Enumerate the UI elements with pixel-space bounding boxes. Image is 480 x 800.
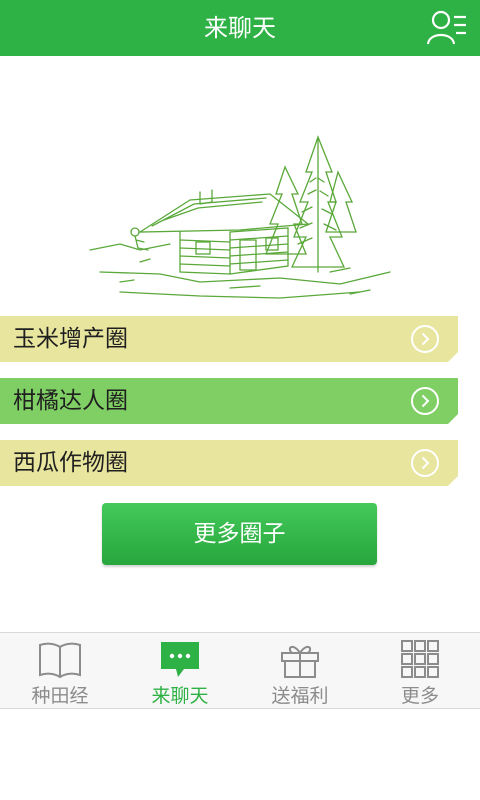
tab-chat[interactable]: 来聊天 bbox=[120, 633, 240, 710]
cabin-illustration bbox=[89, 135, 391, 299]
corner-fold bbox=[448, 352, 458, 362]
book-icon bbox=[39, 642, 81, 679]
circle-item-label: 西瓜作物圈 bbox=[13, 450, 128, 476]
user-list-icon bbox=[426, 10, 466, 45]
top-bar: 来聊天 bbox=[0, 0, 480, 56]
chevron-right-icon bbox=[411, 325, 439, 353]
chevron-right-icon bbox=[411, 387, 439, 415]
gift-icon bbox=[281, 646, 319, 678]
page-title: 来聊天 bbox=[204, 14, 276, 42]
circle-item-2[interactable]: 西瓜作物圈 bbox=[0, 440, 458, 486]
chevron-right-icon bbox=[411, 449, 439, 477]
user-list-button[interactable] bbox=[426, 8, 468, 48]
corner-fold bbox=[448, 414, 458, 424]
tab-label: 来聊天 bbox=[151, 685, 209, 707]
tab-label: 种田经 bbox=[31, 685, 89, 707]
circle-item-1[interactable]: 柑橘达人圈 bbox=[0, 378, 458, 424]
tab-farming-tips[interactable]: 种田经 bbox=[0, 633, 120, 710]
circle-item-0[interactable]: 玉米增产圈 bbox=[0, 316, 458, 362]
chat-icon bbox=[161, 642, 199, 677]
tab-label: 更多 bbox=[400, 685, 439, 707]
corner-fold bbox=[448, 476, 458, 486]
tab-more[interactable]: 更多 bbox=[360, 633, 480, 710]
circle-item-label: 柑橘达人圈 bbox=[13, 388, 128, 414]
tab-label: 送福利 bbox=[271, 685, 329, 707]
grid-icon bbox=[401, 640, 439, 678]
bottom-tab-bar: 种田经 来聊天 送福利 更多 bbox=[0, 632, 480, 709]
circle-item-label: 玉米增产圈 bbox=[13, 326, 128, 352]
more-circles-button[interactable]: 更多圈子 bbox=[102, 503, 377, 565]
tab-gifts[interactable]: 送福利 bbox=[240, 633, 360, 710]
